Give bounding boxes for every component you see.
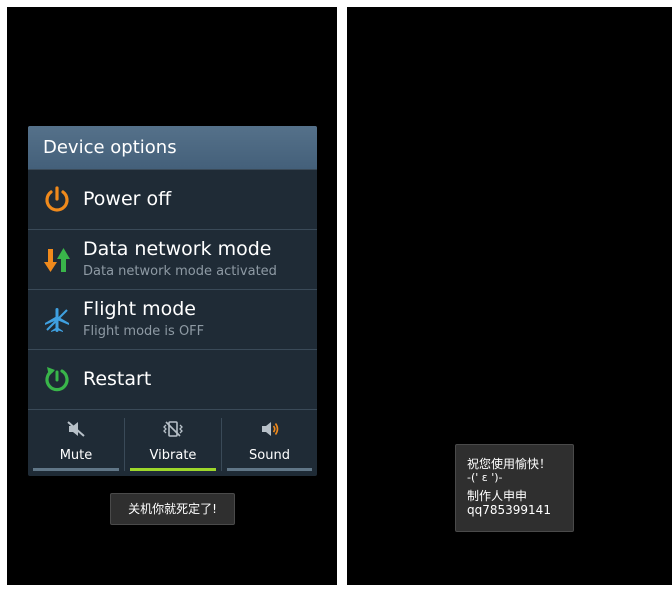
data-arrows-icon: [44, 248, 70, 272]
mute-option[interactable]: Mute: [28, 410, 124, 476]
airplane-icon: [45, 308, 69, 332]
flight-mode-item[interactable]: Flight mode Flight mode is OFF: [28, 289, 317, 350]
data-network-mode-label: Data network mode: [83, 238, 272, 260]
toast-line-emoticon: -(' ε ')-: [467, 471, 503, 484]
mute-indicator: [33, 468, 119, 471]
toast-line-qq: qq785399141: [467, 503, 551, 517]
vibrate-label: Vibrate: [149, 448, 197, 463]
left-screen: Device options Power off Data network mo…: [7, 7, 337, 585]
dialog-title: Device options: [43, 137, 177, 158]
sound-label: Sound: [249, 448, 290, 463]
toast-message: 关机你就死定了!: [110, 493, 235, 525]
right-screen: 祝您使用愉快！ -(' ε ')- 制作人申申 qq785399141: [347, 7, 672, 585]
mute-icon: [67, 421, 85, 437]
device-options-dialog: Device options Power off Data network mo…: [28, 126, 317, 476]
restart-label: Restart: [83, 368, 152, 390]
sound-option[interactable]: Sound: [222, 410, 317, 476]
vibrate-icon: [163, 421, 183, 437]
power-off-label: Power off: [83, 188, 172, 210]
sound-mode-selector: Mute Vibrate Sound: [28, 409, 317, 476]
toast-line-author: 制作人申申: [467, 489, 528, 503]
power-off-item[interactable]: Power off: [28, 169, 317, 230]
vibrate-option[interactable]: Vibrate: [125, 410, 221, 476]
restart-item[interactable]: Restart: [28, 349, 317, 410]
mute-label: Mute: [59, 448, 93, 463]
sound-indicator: [227, 468, 312, 471]
toast-line-greeting: 祝您使用愉快！: [467, 457, 552, 471]
restart-icon: [45, 367, 69, 392]
dialog-header: Device options: [28, 126, 317, 170]
vibrate-indicator: [130, 468, 216, 471]
flight-mode-status: Flight mode is OFF: [83, 324, 205, 339]
data-network-mode-item[interactable]: Data network mode Data network mode acti…: [28, 229, 317, 290]
power-icon: [45, 186, 69, 212]
sound-icon: [261, 422, 278, 436]
credits-toast: 祝您使用愉快！ -(' ε ')- 制作人申申 qq785399141: [455, 444, 574, 532]
data-network-mode-status: Data network mode activated: [83, 264, 277, 279]
flight-mode-label: Flight mode: [83, 298, 196, 320]
